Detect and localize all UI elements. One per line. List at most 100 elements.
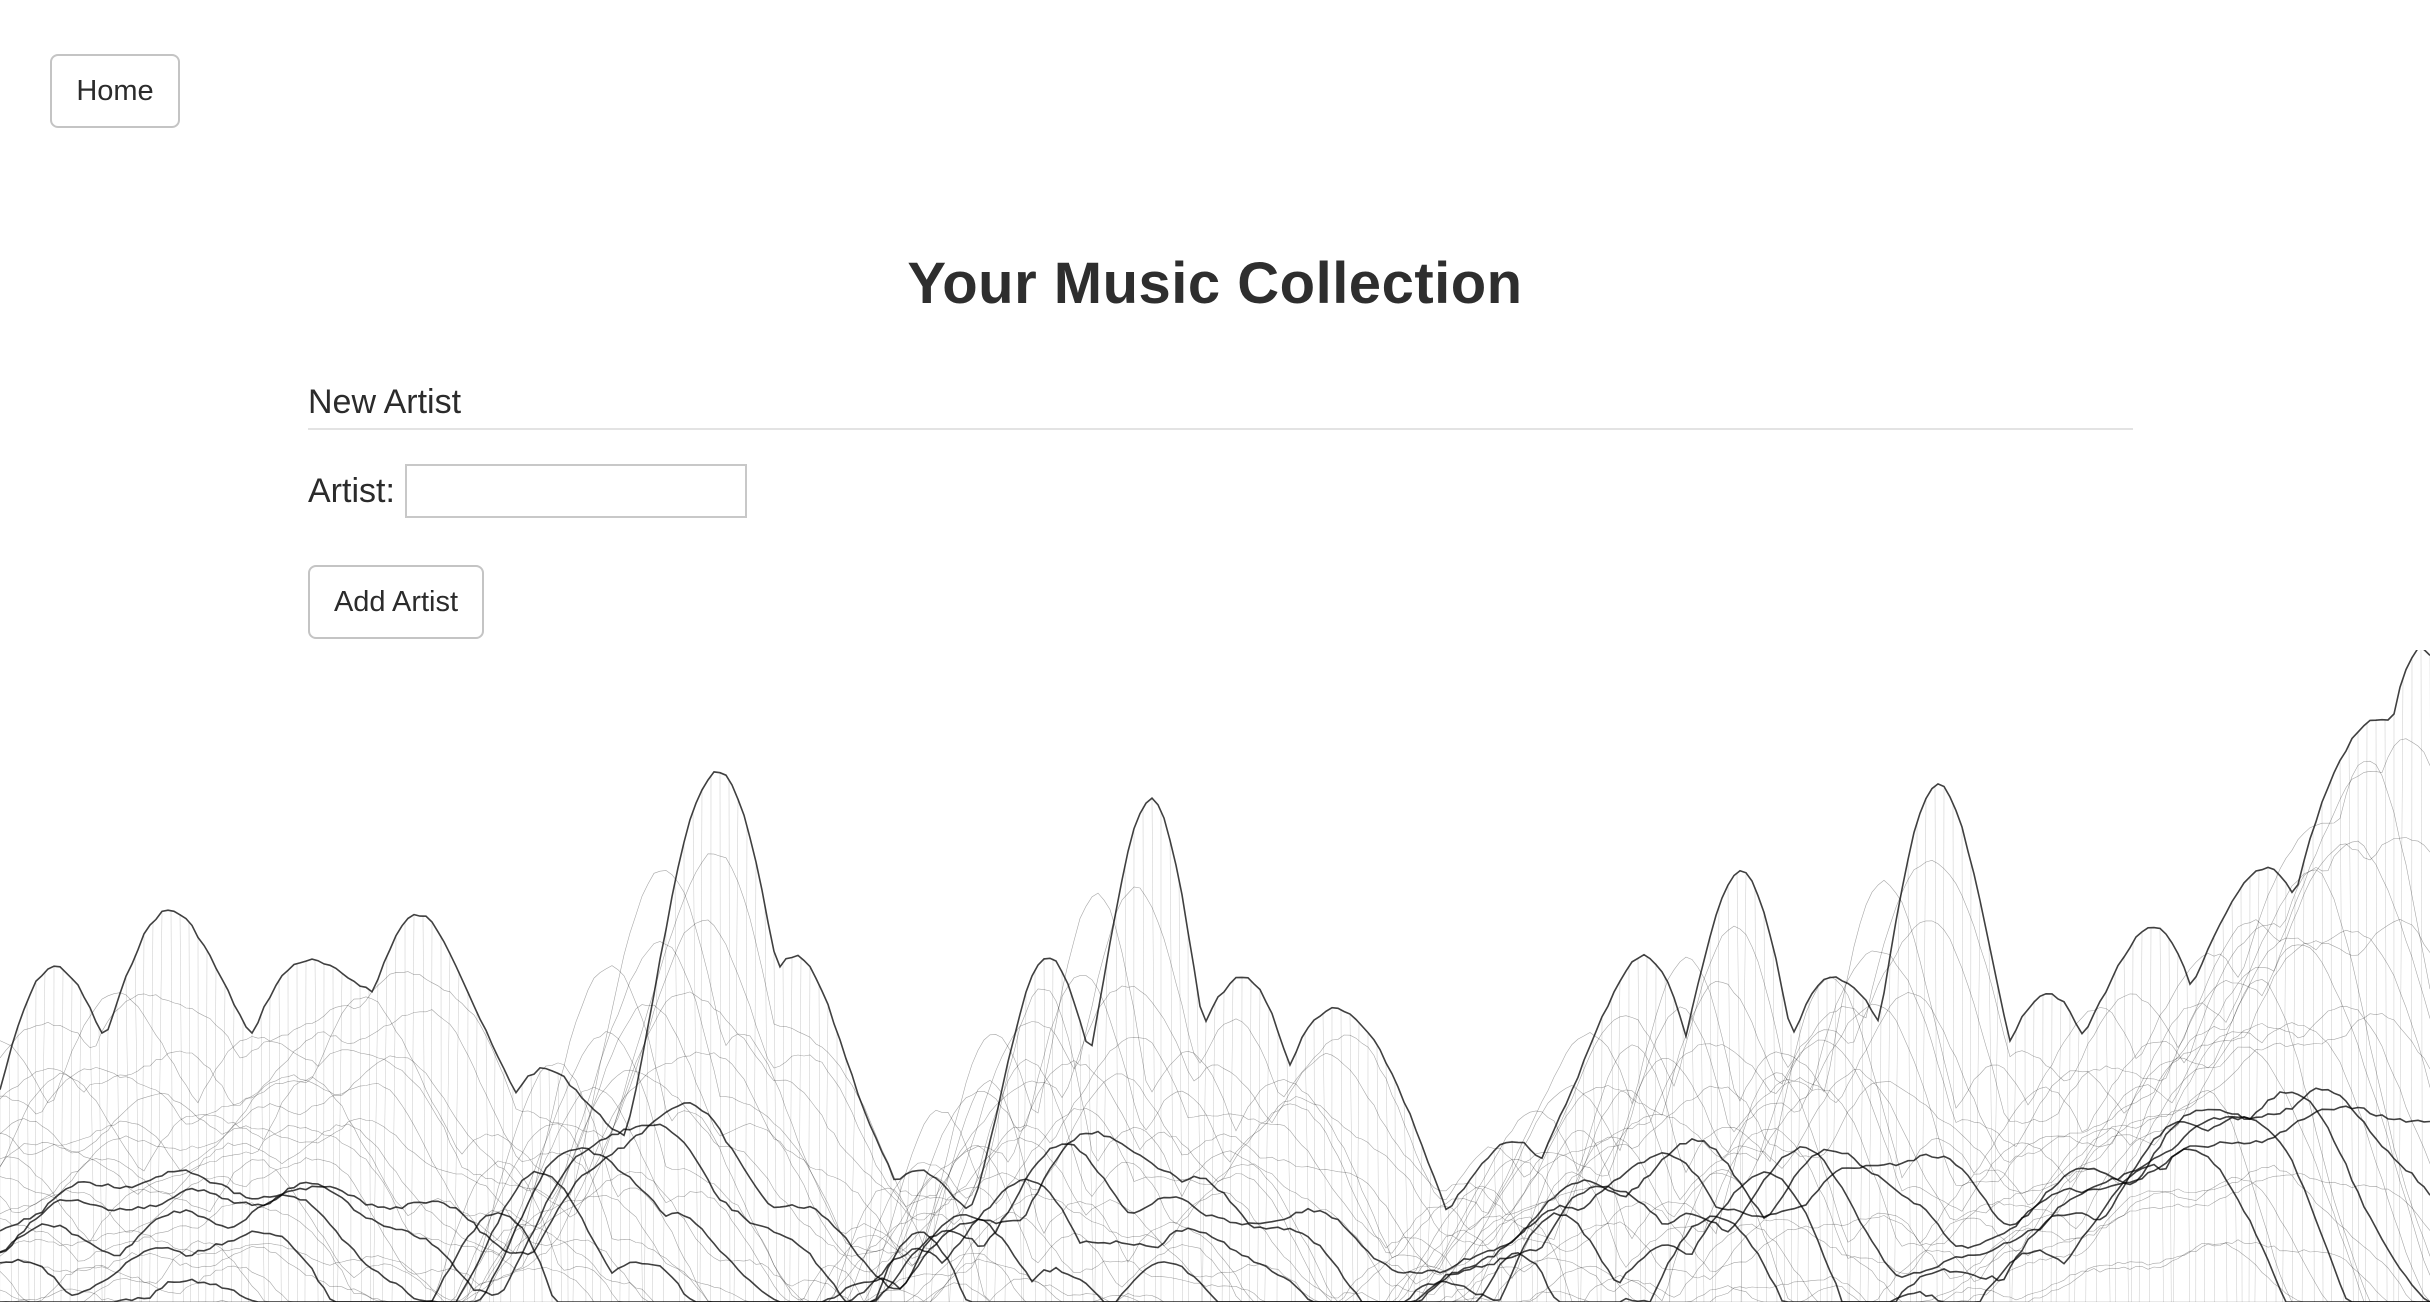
terrain-hatch-line bbox=[592, 1109, 595, 1302]
terrain-ridge-line bbox=[0, 650, 2430, 1211]
terrain-hatch-line bbox=[332, 968, 334, 1302]
terrain-hatch-line bbox=[2168, 938, 2172, 1302]
terrain-hatch-line bbox=[1340, 1010, 1343, 1302]
terrain-hatch-line bbox=[179, 914, 184, 1302]
terrain-hatch-line bbox=[2411, 656, 2413, 1302]
artist-input[interactable] bbox=[404, 464, 747, 518]
terrain-hatch-line bbox=[1592, 1039, 1598, 1302]
add-artist-button[interactable]: Add Artist bbox=[308, 565, 484, 639]
terrain-hatch-line bbox=[26, 1001, 30, 1302]
terrain-ridge-line bbox=[0, 1242, 2430, 1302]
new-artist-legend: New Artist bbox=[308, 380, 2133, 430]
terrain-hatch-line bbox=[798, 958, 802, 1302]
terrain-hatch-line bbox=[39, 970, 46, 1302]
terrain-hatch-line bbox=[1419, 1146, 1423, 1302]
terrain-hatch-line bbox=[1169, 838, 1175, 1302]
terrain-hatch-line bbox=[1241, 977, 1243, 1302]
terrain-hatch-line bbox=[584, 1099, 587, 1302]
terrain-hatch-line bbox=[2420, 650, 2423, 1302]
terrain-hatch-line bbox=[1664, 976, 1670, 1302]
terrain-hatch-line bbox=[1304, 1033, 1311, 1302]
terrain-ridge-line bbox=[0, 979, 2430, 1302]
terrain-hatch-line bbox=[773, 952, 778, 1302]
terrain-ridge-line bbox=[0, 1115, 2430, 1302]
terrain-hatch-line bbox=[221, 985, 226, 1302]
terrain-hatch-line bbox=[368, 989, 371, 1302]
terrain-hatch-line bbox=[2074, 1029, 2080, 1302]
terrain-hatch-line bbox=[278, 980, 282, 1302]
terrain-ridge-line bbox=[0, 1176, 2430, 1302]
terrain-hatch-line bbox=[1124, 864, 1129, 1302]
terrain-hatch-line bbox=[500, 1069, 505, 1302]
terrain-hatch-line bbox=[1736, 873, 1743, 1302]
terrain-hatch-line bbox=[2105, 990, 2111, 1302]
terrain-hatch-line bbox=[156, 912, 163, 1302]
terrain-hatch-line bbox=[89, 1008, 96, 1302]
terrain-hatch-line bbox=[2240, 888, 2243, 1302]
terrain-hatch-line bbox=[53, 966, 55, 1302]
terrain-hatch-line bbox=[2096, 1008, 2098, 1302]
terrain-hatch-line bbox=[745, 827, 748, 1302]
terrain-hatch-line bbox=[359, 984, 362, 1302]
terrain-hatch-line bbox=[1682, 1025, 1686, 1302]
terrain-hatch-line bbox=[1817, 986, 1821, 1302]
terrain-hatch-line bbox=[1439, 1193, 1445, 1302]
terrain-hatch-line bbox=[2042, 993, 2044, 1302]
terrain-hatch-line bbox=[619, 1134, 622, 1302]
terrain-hatch-line bbox=[572, 1089, 577, 1302]
terrain-hatch-line bbox=[1276, 1030, 1279, 1302]
terrain-hatch-line bbox=[1894, 905, 1900, 1302]
terrain-lines bbox=[0, 650, 2430, 1302]
page-title: Your Music Collection bbox=[907, 251, 1523, 316]
terrain-hatch-line bbox=[1754, 887, 1758, 1302]
terrain-hatch-line bbox=[1294, 1051, 1297, 1302]
terrain-hatch-line bbox=[2006, 1026, 2011, 1302]
terrain-hatch-line bbox=[521, 1083, 524, 1302]
terrain-hatch-line bbox=[611, 1127, 613, 1302]
terrain-hatch-line bbox=[782, 963, 786, 1302]
terrain-hatch-line bbox=[1921, 797, 1927, 1302]
terrain-hatch-line bbox=[141, 935, 145, 1302]
terrain-hatch-line bbox=[2068, 1012, 2071, 1302]
terrain-hatch-line bbox=[1934, 786, 1938, 1302]
terrain-ridge-line bbox=[0, 1013, 2430, 1276]
terrain-hatch-line bbox=[188, 922, 191, 1302]
terrain-hatch-line bbox=[628, 1117, 631, 1302]
terrain-hatch-line bbox=[1615, 980, 1621, 1302]
terrain-hatch-line bbox=[1772, 945, 1778, 1302]
terrain-hatch-line bbox=[1536, 1158, 1540, 1302]
terrain-ridge-line bbox=[0, 918, 2430, 1247]
terrain-hatch-line bbox=[1844, 980, 1849, 1302]
terrain-hatch-line bbox=[807, 968, 811, 1302]
terrain-hatch-line bbox=[683, 843, 686, 1302]
terrain-hatch-line bbox=[2291, 895, 2296, 1302]
terrain-hatch-line bbox=[2032, 1000, 2035, 1302]
terrain-hatch-line bbox=[845, 1057, 847, 1302]
terrain-hatch-line bbox=[548, 1069, 553, 1302]
terrain-hatch-line bbox=[1248, 980, 1252, 1302]
terrain-hatch-line bbox=[1464, 1184, 1468, 1302]
terrain-hatch-line bbox=[1264, 1007, 1270, 1302]
terrain-hatch-line bbox=[1637, 957, 1642, 1302]
terrain-ridge-line bbox=[0, 738, 2430, 1201]
terrain-ridge-line bbox=[0, 1005, 2430, 1295]
terrain-hatch-line bbox=[304, 960, 307, 1302]
terrain-hatch-line bbox=[1691, 1010, 1697, 1302]
terrain-hatch-line bbox=[1394, 1080, 1396, 1302]
terrain-hatch-line bbox=[1700, 971, 1705, 1302]
terrain-hatch-line bbox=[2173, 953, 2179, 1302]
home-button[interactable]: Home bbox=[50, 54, 180, 128]
terrain-hatch-line bbox=[1831, 977, 1837, 1302]
terrain-hatch-line bbox=[1654, 962, 1657, 1302]
terrain-hatch-line bbox=[8, 1057, 12, 1302]
terrain-hatch-line bbox=[1942, 788, 1945, 1302]
terrain-hatch-line bbox=[2330, 779, 2332, 1302]
terrain-hatch-line bbox=[1229, 981, 1234, 1302]
terrain-hatch-line bbox=[2149, 928, 2152, 1302]
terrain-hatch-line bbox=[1740, 874, 1747, 1302]
terrain-hatch-line bbox=[475, 1012, 478, 1302]
terrain-hatch-line bbox=[2384, 719, 2388, 1302]
terrain-hatch-line bbox=[1975, 902, 1981, 1302]
terrain-hatch-line bbox=[1023, 992, 1027, 1302]
terrain-hatch-line bbox=[1501, 1143, 1504, 1302]
